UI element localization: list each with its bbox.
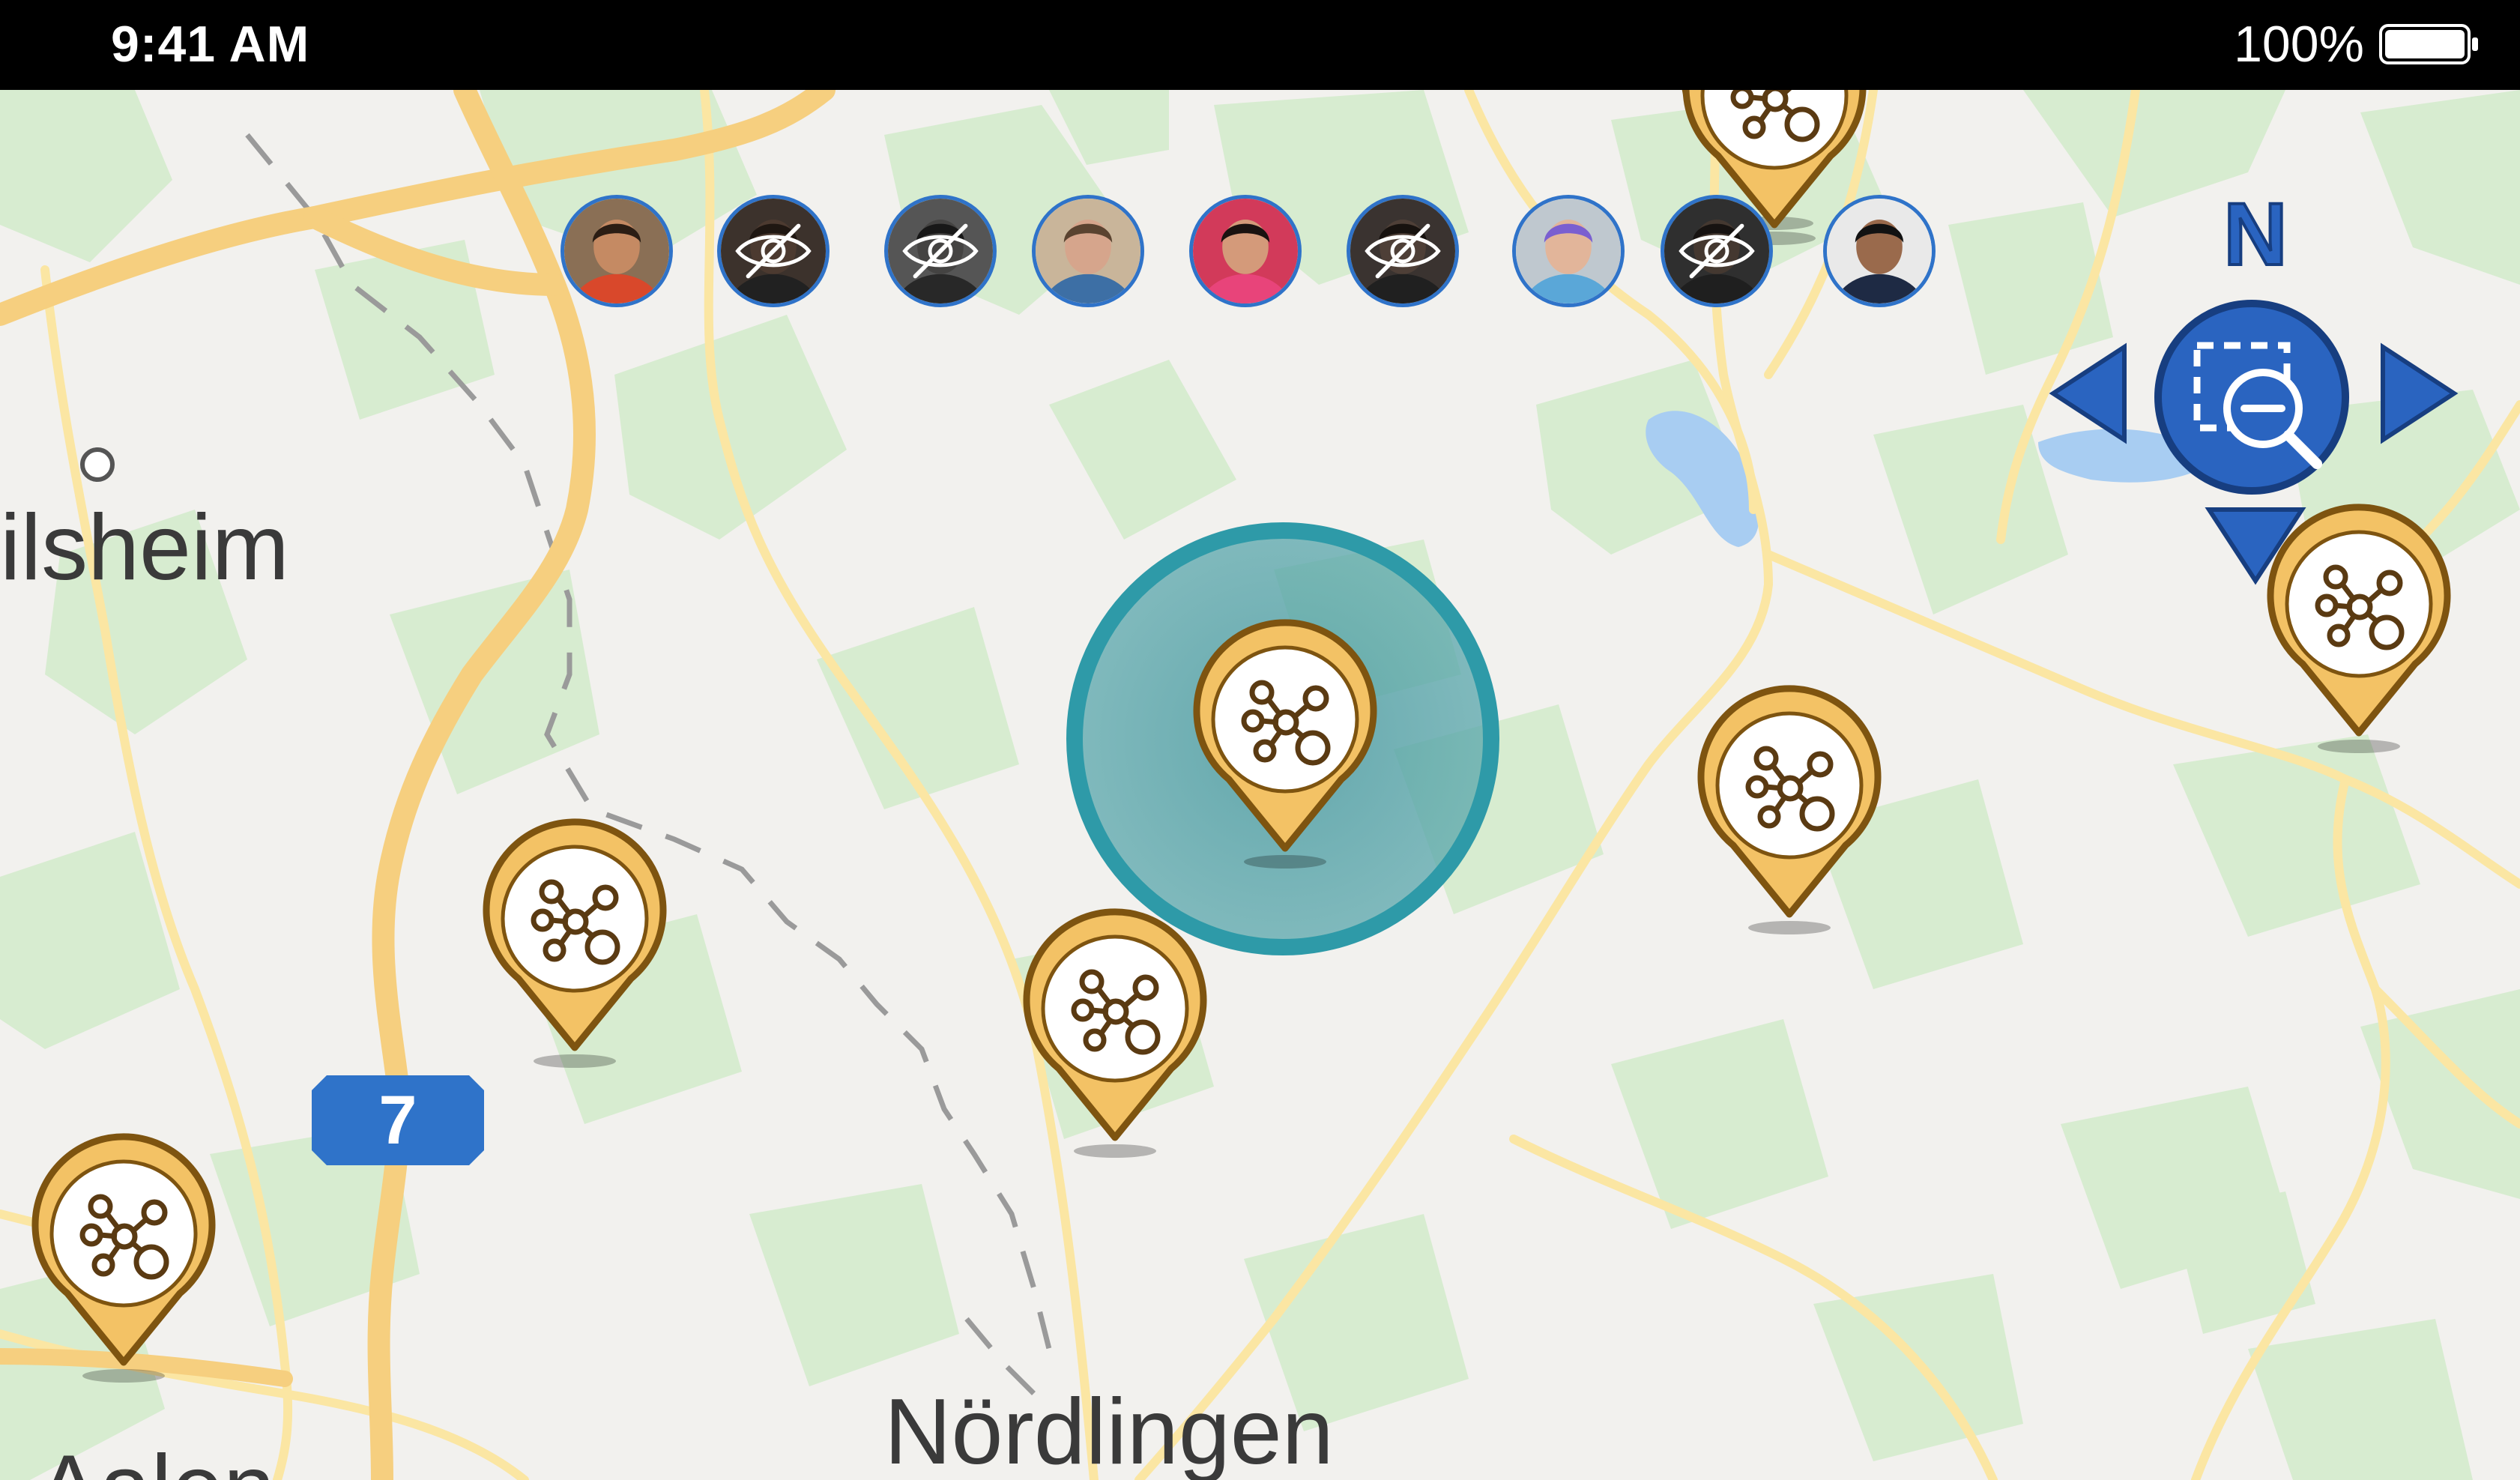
avatar-person-4[interactable] [1032, 195, 1144, 307]
person-photo-icon [564, 199, 669, 303]
person-photo-icon [1036, 199, 1140, 303]
avatar-person-6[interactable] [1347, 195, 1459, 307]
map-pin[interactable] [22, 1133, 225, 1385]
place-label-aalen: Aalen [37, 1435, 275, 1480]
town-marker-icon [80, 447, 115, 482]
avatar-person-9[interactable] [1823, 195, 1936, 307]
zoom-out-selection-icon[interactable] [2151, 296, 2353, 498]
avatar-person-2[interactable] [717, 195, 830, 307]
network-icon [1193, 619, 1377, 869]
status-bar: 9:41 AM 100% [0, 0, 2520, 90]
map-pin[interactable] [1184, 619, 1386, 871]
eye-slash-icon [721, 199, 826, 303]
place-label-ilsheim: ilsheim [0, 496, 289, 599]
battery-percent: 100% [2234, 16, 2364, 73]
avatar-person-7[interactable] [1512, 195, 1625, 307]
map-pin[interactable] [1014, 908, 1216, 1160]
network-icon [1023, 908, 1207, 1158]
map-pin-selected[interactable] [474, 818, 676, 1070]
eye-slash-icon [1350, 199, 1455, 303]
pan-right-button[interactable] [2379, 341, 2462, 446]
map-view[interactable]: ilsheim Nördlingen Aalen 7 N [0, 90, 2520, 1480]
network-icon [1697, 685, 1882, 934]
north-indicator[interactable]: N [2211, 184, 2300, 286]
avatar-person-1[interactable] [560, 195, 673, 307]
person-photo-icon [1827, 199, 1932, 303]
map-pin[interactable] [1688, 685, 1891, 937]
pan-down-button[interactable] [2203, 506, 2308, 588]
person-photo-icon [1193, 199, 1298, 303]
status-time: 9:41 AM [111, 16, 310, 73]
place-label-noerdlingen: Nördlingen [884, 1380, 1334, 1480]
pan-left-button[interactable] [2046, 341, 2128, 446]
avatar-person-3[interactable] [884, 195, 997, 307]
person-photo-icon [1516, 199, 1621, 303]
avatar-person-5[interactable] [1189, 195, 1302, 307]
battery-icon [2379, 24, 2478, 64]
eye-slash-icon [888, 199, 993, 303]
network-icon [31, 1133, 216, 1383]
map-nav-control: N [2046, 184, 2465, 588]
network-icon [483, 818, 667, 1068]
avatar-person-8[interactable] [1661, 195, 1773, 307]
highway-number: 7 [378, 1082, 417, 1159]
eye-slash-icon [1664, 199, 1769, 303]
